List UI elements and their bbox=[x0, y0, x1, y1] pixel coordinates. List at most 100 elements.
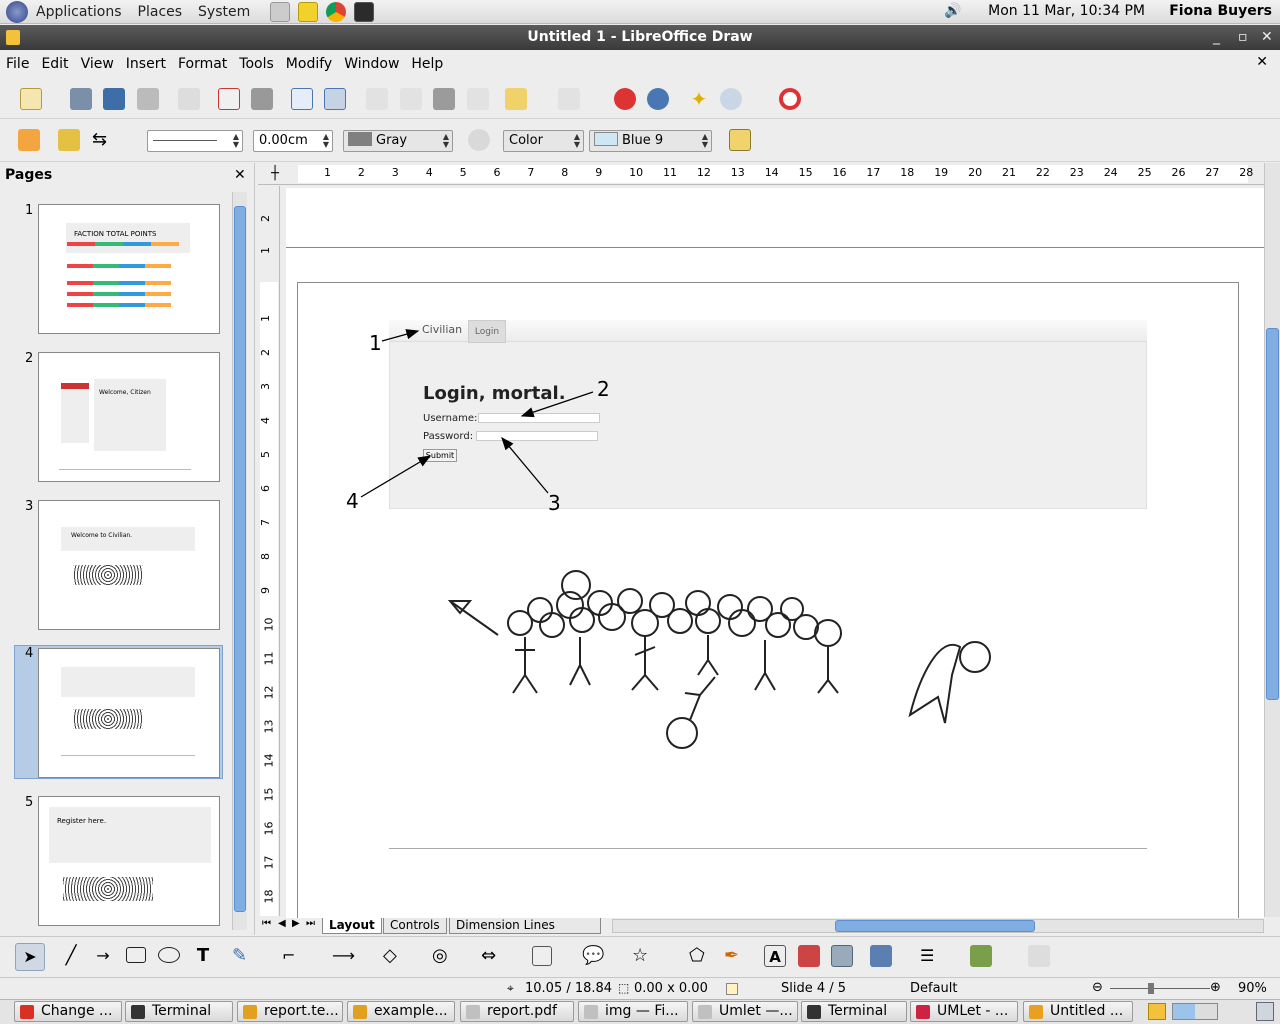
menu-modify[interactable]: Modify bbox=[280, 56, 338, 72]
open-icon[interactable] bbox=[70, 88, 92, 110]
print-icon[interactable] bbox=[251, 88, 273, 110]
tab-controls[interactable]: Controls bbox=[383, 918, 447, 934]
cut-icon[interactable] bbox=[366, 88, 388, 110]
shadow-icon[interactable] bbox=[729, 129, 751, 151]
callout-3[interactable]: 3 bbox=[548, 491, 561, 515]
chrome-launcher-icon[interactable] bbox=[326, 1, 347, 22]
tab-dimension-lines[interactable]: Dimension Lines bbox=[449, 918, 601, 934]
chart-icon[interactable] bbox=[614, 88, 636, 110]
save-icon[interactable] bbox=[103, 88, 125, 110]
spelling-icon[interactable] bbox=[291, 88, 313, 110]
clone-formatting-icon[interactable] bbox=[467, 88, 489, 110]
line-width-field[interactable]: 0.00cm ▲ ▼ bbox=[253, 130, 333, 152]
taskbar-button[interactable]: UMLet - ... bbox=[910, 1001, 1018, 1022]
connector-tool-icon[interactable]: ⌐ bbox=[282, 945, 304, 967]
line-color-select[interactable]: Gray ▲ ▼ bbox=[343, 130, 453, 152]
mockup-site-tab[interactable]: Civilian bbox=[422, 323, 462, 336]
horizontal-ruler[interactable]: ┼ 1 2 3 4 5 6 7 8 9 10 11 12 13 14 15 16 17 18 19 20 21 22 23 2… bbox=[258, 163, 1264, 185]
arrange-icon[interactable] bbox=[970, 945, 992, 967]
export-pdf-icon[interactable] bbox=[218, 88, 240, 110]
callouts-icon[interactable]: 💬 bbox=[582, 945, 604, 967]
ellipse-tool-icon[interactable] bbox=[158, 947, 180, 963]
area-color-select[interactable]: Blue 9 ▲ ▼ bbox=[589, 130, 712, 152]
callout-1[interactable]: 1 bbox=[369, 331, 382, 355]
terminal-launcher-icon[interactable] bbox=[354, 1, 375, 22]
menu-view[interactable]: View bbox=[75, 56, 120, 72]
flowchart-icon[interactable] bbox=[532, 946, 552, 966]
page-thumbnail-1[interactable]: FACTION TOTAL POINTS bbox=[38, 204, 220, 334]
layout-name[interactable]: Default bbox=[910, 981, 958, 996]
trash-icon[interactable] bbox=[1256, 1002, 1274, 1021]
shadow-tool-icon[interactable] bbox=[1028, 945, 1050, 967]
line-icon[interactable] bbox=[58, 129, 80, 151]
fontwork-icon[interactable]: A bbox=[764, 945, 786, 967]
gnome-foot-icon[interactable] bbox=[6, 0, 28, 23]
zoom-in-icon[interactable]: ⊕ bbox=[1210, 980, 1221, 995]
menu-window[interactable]: Window bbox=[338, 56, 405, 72]
line-tool-icon[interactable]: ╱ bbox=[60, 945, 82, 967]
canvas-horizontal-thumb[interactable] bbox=[835, 920, 1035, 932]
undo-icon[interactable] bbox=[505, 88, 527, 110]
next-tab-icon[interactable]: ▶ bbox=[292, 918, 300, 929]
align-icon[interactable]: ☰ bbox=[920, 945, 942, 967]
crowd-sketch-image[interactable] bbox=[440, 565, 1000, 755]
insert-image-icon[interactable] bbox=[798, 945, 820, 967]
tab-layout[interactable]: Layout bbox=[322, 918, 382, 934]
edit-file-icon[interactable] bbox=[178, 88, 200, 110]
line-style-select[interactable]: ▲ ▼ bbox=[147, 130, 243, 152]
workspace-switcher-icon[interactable] bbox=[1172, 1003, 1218, 1020]
taskbar-button[interactable]: Umlet —... bbox=[692, 1001, 798, 1022]
help-icon[interactable] bbox=[779, 88, 801, 110]
menu-format[interactable]: Format bbox=[172, 56, 233, 72]
navigator-icon[interactable] bbox=[647, 88, 669, 110]
prev-tab-icon[interactable]: ◀ bbox=[278, 918, 286, 929]
text-tool-icon[interactable]: T bbox=[192, 945, 214, 967]
lines-arrows-tool-icon[interactable]: ⟶ bbox=[332, 945, 355, 967]
copy-icon[interactable] bbox=[400, 88, 422, 110]
points-icon[interactable]: ⬠ bbox=[689, 945, 711, 967]
taskbar-button[interactable]: example... bbox=[347, 1001, 455, 1022]
autospell-icon[interactable] bbox=[324, 88, 346, 110]
taskbar-button[interactable]: img — Fi... bbox=[578, 1001, 688, 1022]
network-launcher-icon[interactable] bbox=[270, 1, 291, 22]
menu-insert[interactable]: Insert bbox=[120, 56, 172, 72]
callout-4[interactable]: 4 bbox=[346, 489, 359, 513]
last-tab-icon[interactable]: ⏭ bbox=[306, 918, 315, 929]
block-arrows-icon[interactable]: ⇔ bbox=[481, 945, 503, 967]
pages-scrollbar[interactable] bbox=[232, 192, 247, 930]
first-tab-icon[interactable]: ⏮ bbox=[262, 918, 271, 929]
taskbar-button[interactable]: report.te... bbox=[237, 1001, 343, 1022]
arrow-line-tool-icon[interactable]: → bbox=[92, 945, 114, 967]
redo-icon[interactable] bbox=[558, 88, 580, 110]
mockup-submit-button[interactable]: Submit bbox=[423, 449, 457, 462]
mockup-username-input[interactable] bbox=[478, 413, 600, 423]
menu-file[interactable]: File bbox=[0, 56, 35, 72]
gluepoints-icon[interactable]: ✦ bbox=[688, 88, 710, 110]
menu-tools[interactable]: Tools bbox=[233, 56, 280, 72]
insert-frame-icon[interactable] bbox=[831, 945, 853, 967]
page-thumbnail-2[interactable]: Welcome, Citizen bbox=[38, 352, 220, 482]
clock[interactable]: Mon 11 Mar, 10:34 PM bbox=[988, 3, 1145, 19]
select-tool-icon[interactable]: ➤ bbox=[15, 943, 45, 971]
canvas-vertical-scrollbar[interactable] bbox=[1264, 163, 1280, 917]
pages-panel-close-icon[interactable]: ✕ bbox=[234, 167, 246, 183]
user-menu[interactable]: Fiona Buyers bbox=[1169, 3, 1272, 19]
app-icon[interactable] bbox=[6, 30, 20, 45]
system-menu[interactable]: System bbox=[190, 4, 258, 20]
curve-tool-icon[interactable]: ✎ bbox=[232, 945, 254, 967]
notes-launcher-icon[interactable] bbox=[298, 1, 319, 22]
close-icon[interactable]: ✕ bbox=[1261, 25, 1273, 50]
canvas-vertical-thumb[interactable] bbox=[1266, 328, 1279, 700]
close-document-icon[interactable]: ✕ bbox=[1250, 54, 1274, 70]
zoom-icon[interactable] bbox=[720, 88, 742, 110]
mockup-password-input[interactable] bbox=[476, 431, 598, 441]
maximize-icon[interactable]: ▫ bbox=[1238, 25, 1248, 50]
styles-icon[interactable] bbox=[18, 129, 40, 151]
gluepoints-tool-icon[interactable]: ✒ bbox=[724, 945, 746, 967]
page-thumbnail-3[interactable]: Welcome to Civilian. bbox=[38, 500, 220, 630]
page-thumbnail-4[interactable] bbox=[38, 648, 220, 778]
basic-shapes-icon[interactable]: ◇ bbox=[383, 945, 405, 967]
zoom-level[interactable]: 90% bbox=[1238, 981, 1267, 996]
area-icon[interactable] bbox=[468, 129, 490, 151]
taskbar-button[interactable]: Change ... bbox=[14, 1001, 122, 1022]
